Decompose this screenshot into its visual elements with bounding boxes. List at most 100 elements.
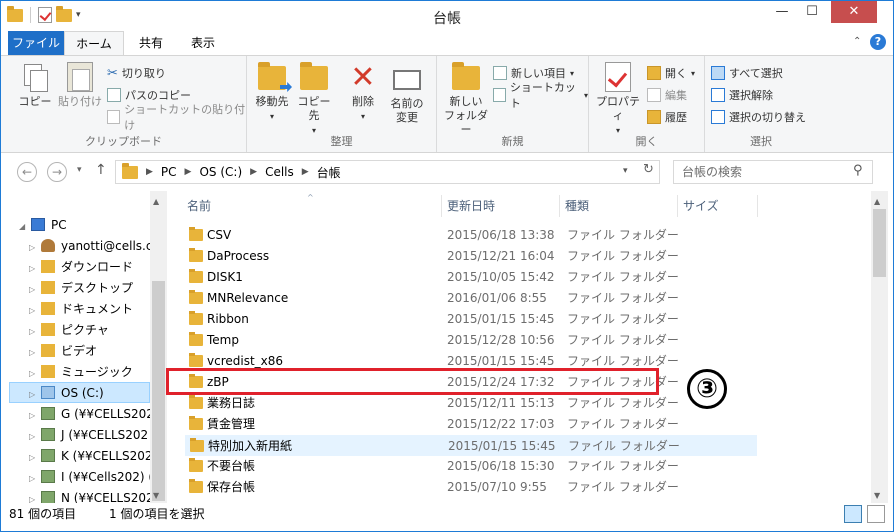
- collapsed-triangle-icon[interactable]: ▷: [29, 469, 37, 487]
- details-view-icon[interactable]: [844, 505, 862, 523]
- file-row-hover[interactable]: 特別加入新用紙 2015/01/15 15:45 ファイル フォルダー: [185, 435, 757, 456]
- file-row[interactable]: 業務日誌 2015/12/11 15:13 ファイル フォルダー: [185, 393, 757, 414]
- edit-button[interactable]: 編集: [647, 86, 687, 104]
- nav-item-desktop[interactable]: ▷ デスクトップ: [1, 278, 150, 298]
- file-row[interactable]: MNRelevance 2016/01/06 8:55 ファイル フォルダー: [185, 288, 757, 309]
- invert-selection-button[interactable]: 選択の切り替え: [711, 108, 806, 126]
- nav-item-pc[interactable]: ◢ PC: [1, 215, 150, 235]
- collapsed-triangle-icon[interactable]: ▷: [29, 301, 37, 319]
- column-header-type[interactable]: 種類: [559, 191, 677, 221]
- large-icons-view-icon[interactable]: [867, 505, 885, 523]
- move-to-button[interactable]: 移動先 ▾: [251, 62, 293, 124]
- chevron-right-icon[interactable]: ▶: [250, 167, 257, 177]
- scrollbar-thumb[interactable]: [873, 209, 886, 277]
- collapsed-triangle-icon[interactable]: ▷: [29, 406, 37, 424]
- forward-button[interactable]: →: [47, 162, 67, 182]
- address-bar[interactable]: ▶ PC ▶ OS (C:) ▶ Cells ▶ 台帳: [115, 160, 660, 184]
- nav-item-os-drive[interactable]: ▷ OS (C:): [1, 383, 150, 403]
- search-input[interactable]: 台帳の検索: [673, 160, 873, 184]
- delete-button[interactable]: ✕ 削除 ▾: [345, 62, 381, 124]
- chevron-right-icon[interactable]: ▶: [185, 167, 192, 177]
- nav-item-music[interactable]: ▷ ミュージック: [1, 362, 150, 382]
- file-row[interactable]: 保存台帳 2015/07/10 9:55 ファイル フォルダー: [185, 477, 757, 498]
- column-divider[interactable]: [757, 195, 758, 217]
- tab-file[interactable]: ファイル: [8, 31, 64, 55]
- nav-item-k-drive[interactable]: ▷ K (¥¥CELLS202: [1, 446, 150, 466]
- collapsed-triangle-icon[interactable]: ▷: [29, 427, 37, 445]
- easy-access-button[interactable]: ショートカット ▾: [493, 81, 588, 110]
- properties-button[interactable]: プロパティ ▾: [593, 62, 643, 138]
- minimize-button[interactable]: —: [767, 1, 797, 23]
- breadcrumb-cells[interactable]: Cells: [265, 165, 294, 179]
- nav-item-g-drive[interactable]: ▷ G (¥¥CELLS202: [1, 404, 150, 424]
- file-row[interactable]: 不要台帳 2015/06/18 15:30 ファイル フォルダー: [185, 456, 757, 477]
- cut-button[interactable]: ✂ 切り取り: [107, 64, 166, 82]
- up-button[interactable]: ↑: [95, 162, 107, 178]
- collapsed-triangle-icon[interactable]: ▷: [29, 259, 37, 277]
- nav-item-videos[interactable]: ▷ ビデオ: [1, 341, 150, 361]
- expanded-triangle-icon[interactable]: ◢: [19, 217, 27, 235]
- nav-pane-scrollbar[interactable]: ▲ ▼: [150, 191, 167, 503]
- nav-item-n-drive[interactable]: ▷ N (¥¥CELLS202: [1, 488, 150, 503]
- collapsed-triangle-icon[interactable]: ▷: [29, 343, 37, 361]
- maximize-button[interactable]: ☐: [797, 1, 827, 23]
- rename-button[interactable]: 名前の 変更: [385, 62, 429, 125]
- history-button[interactable]: 履歴: [647, 108, 687, 126]
- back-button[interactable]: ←: [17, 162, 37, 182]
- file-row[interactable]: vcredist_x86 2015/01/15 15:45 ファイル フォルダー: [185, 351, 757, 372]
- chevron-right-icon[interactable]: ▶: [302, 167, 309, 177]
- nav-item-user[interactable]: ▷ yanotti@cells.c: [1, 236, 150, 256]
- new-folder-button[interactable]: 新しい フォルダー: [441, 62, 491, 137]
- collapsed-triangle-icon[interactable]: ▷: [29, 490, 37, 503]
- address-dropdown-icon[interactable]: ▾: [623, 166, 628, 176]
- nav-item-pictures[interactable]: ▷ ピクチャ: [1, 320, 150, 340]
- tab-view[interactable]: 表示: [181, 31, 225, 55]
- refresh-icon[interactable]: ↻: [643, 162, 654, 177]
- file-row[interactable]: Ribbon 2015/01/15 15:45 ファイル フォルダー: [185, 309, 757, 330]
- nav-item-j-drive[interactable]: ▷ J (¥¥CELLS202: [1, 425, 150, 445]
- breadcrumb-os[interactable]: OS (C:): [199, 165, 242, 179]
- scroll-down-icon[interactable]: ▼: [874, 491, 880, 500]
- file-row[interactable]: DISK1 2015/10/05 15:42 ファイル フォルダー: [185, 267, 757, 288]
- history-icon: [647, 110, 661, 124]
- nav-item-documents[interactable]: ▷ ドキュメント: [1, 299, 150, 319]
- breadcrumb-pc[interactable]: PC: [161, 165, 177, 179]
- breadcrumb-current[interactable]: 台帳: [317, 164, 341, 181]
- tab-share[interactable]: 共有: [129, 31, 173, 55]
- scrollbar-thumb[interactable]: [152, 281, 165, 501]
- help-icon[interactable]: ?: [870, 34, 886, 50]
- copy-to-button[interactable]: コピー先 ▾: [293, 62, 335, 138]
- collapsed-triangle-icon[interactable]: ▷: [29, 280, 37, 298]
- file-row[interactable]: 賃金管理 2015/12/22 17:03 ファイル フォルダー: [185, 414, 757, 435]
- scroll-up-icon[interactable]: ▲: [874, 197, 880, 206]
- recent-locations-icon[interactable]: ▾: [77, 165, 82, 175]
- collapsed-triangle-icon[interactable]: ▷: [29, 238, 37, 256]
- column-header-name[interactable]: 名前: [181, 191, 443, 221]
- collapsed-triangle-icon[interactable]: ▷: [29, 448, 37, 466]
- nav-item-downloads[interactable]: ▷ ダウンロード: [1, 257, 150, 277]
- paste-shortcut-button[interactable]: ショートカットの貼り付け: [107, 103, 246, 132]
- collapsed-triangle-icon[interactable]: ▷: [29, 385, 37, 403]
- file-list-scrollbar[interactable]: ▲ ▼: [871, 191, 888, 503]
- scroll-up-icon[interactable]: ▲: [153, 197, 159, 206]
- column-header-date[interactable]: 更新日時: [441, 191, 561, 221]
- file-row[interactable]: Temp 2015/12/28 10:56 ファイル フォルダー: [185, 330, 757, 351]
- select-none-button[interactable]: 選択解除: [711, 86, 773, 104]
- search-icon[interactable]: ⚲: [853, 163, 863, 178]
- collapse-ribbon-icon[interactable]: ⌃: [853, 36, 861, 47]
- select-all-button[interactable]: すべて選択: [711, 64, 783, 82]
- file-row[interactable]: zBP 2015/12/24 17:32 ファイル フォルダー: [185, 372, 757, 393]
- nav-item-i-drive[interactable]: ▷ I (¥¥Cells202) (: [1, 467, 150, 487]
- close-button[interactable]: ✕: [831, 1, 877, 23]
- invert-selection-label: 選択の切り替え: [729, 111, 806, 124]
- collapsed-triangle-icon[interactable]: ▷: [29, 364, 37, 382]
- open-button[interactable]: 開く ▾: [647, 64, 695, 82]
- tab-home[interactable]: ホーム: [64, 31, 124, 56]
- paste-button[interactable]: 貼り付け: [57, 62, 103, 109]
- copy-button[interactable]: コピー: [15, 62, 55, 109]
- collapsed-triangle-icon[interactable]: ▷: [29, 322, 37, 340]
- file-row[interactable]: DaProcess 2015/12/21 16:04 ファイル フォルダー: [185, 246, 757, 267]
- file-row[interactable]: CSV 2015/06/18 13:38 ファイル フォルダー: [185, 225, 757, 246]
- scroll-down-icon[interactable]: ▼: [153, 491, 159, 500]
- column-header-size[interactable]: サイズ: [677, 191, 757, 221]
